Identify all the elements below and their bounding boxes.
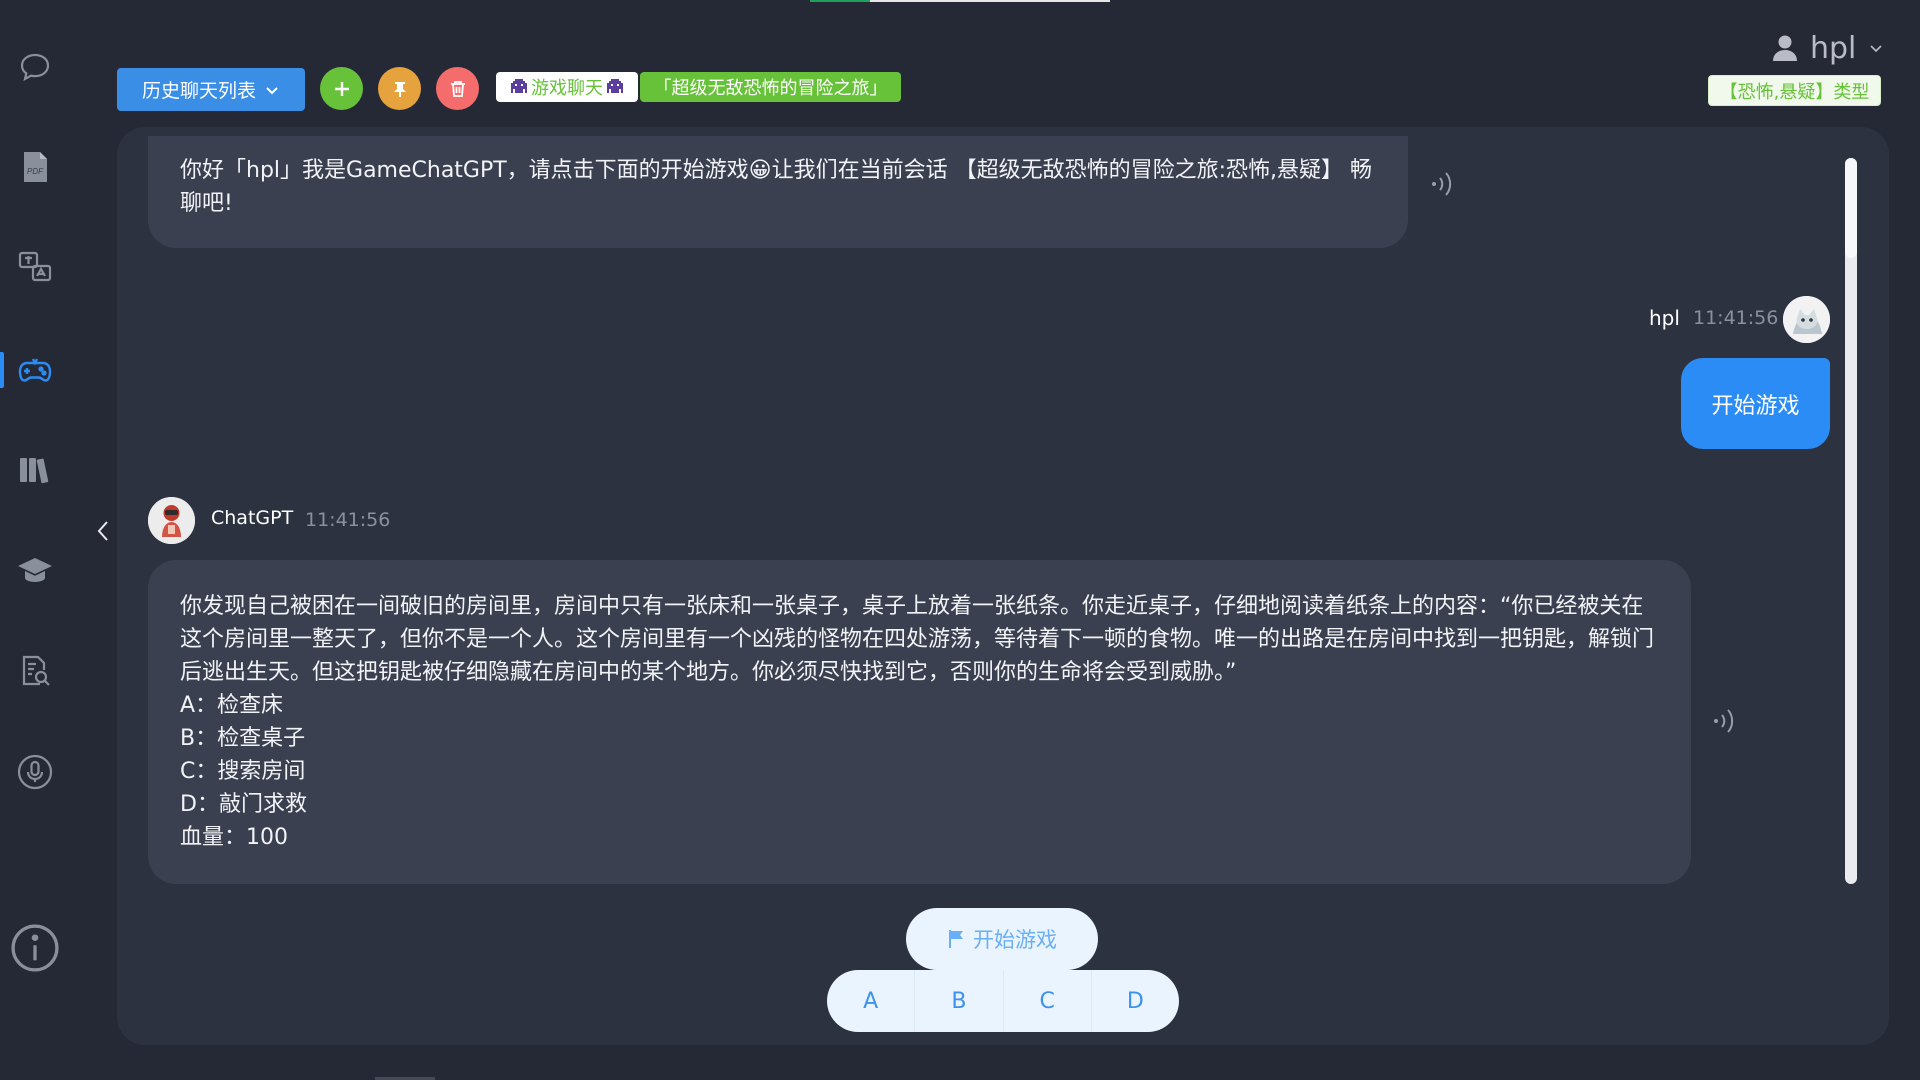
sidebar-item-chat[interactable] — [0, 37, 70, 97]
cat-avatar-icon — [1783, 296, 1830, 343]
speaker-icon[interactable] — [1428, 166, 1460, 202]
genre-type-tag: 【恐怖,悬疑】类型 — [1708, 75, 1881, 106]
sidebar: PDF — [0, 0, 70, 1080]
welcome-message: 你好「hpl」我是GameChatGPT，请点击下面的开始游戏😀让我们在当前会话… — [148, 136, 1408, 248]
delete-chat-button[interactable] — [436, 67, 479, 110]
sidebar-item-voice[interactable] — [0, 742, 70, 802]
user-icon — [1773, 35, 1797, 61]
sidebar-item-game[interactable] — [0, 340, 70, 400]
pdf-icon: PDF — [24, 152, 47, 182]
option-a-text: A：检查床 — [180, 693, 284, 718]
option-a-button[interactable]: A — [827, 970, 916, 1032]
library-icon — [20, 458, 49, 484]
chevron-left-icon — [97, 521, 108, 541]
user-message-time: 11:41:56 — [1693, 307, 1779, 329]
alien-icon — [511, 79, 527, 93]
answer-options-group: A B C D — [827, 970, 1179, 1032]
health-text: 血量：100 — [180, 825, 288, 850]
sidebar-item-document-search[interactable] — [0, 641, 70, 701]
chat-scrollbar-thumb[interactable] — [1845, 158, 1857, 258]
story-title-tag: 「超级无敌恐怖的冒险之旅」 — [640, 72, 901, 102]
story-text: 你发现自己被困在一间破旧的房间里，房间中只有一张床和一张桌子，桌子上放着一张纸条… — [180, 594, 1655, 685]
game-controller-icon — [18, 358, 52, 382]
collapse-sidebar-button[interactable] — [92, 516, 114, 546]
option-b-text: B：检查桌子 — [180, 726, 306, 751]
svg-text:PDF: PDF — [27, 167, 44, 176]
document-search-icon — [22, 655, 50, 686]
sidebar-item-translate[interactable] — [0, 237, 70, 297]
sidebar-item-library[interactable] — [0, 439, 70, 499]
game-chat-tag: 游戏聊天 — [496, 72, 638, 102]
chat-icon — [20, 53, 50, 82]
game-chat-tag-label: 游戏聊天 — [531, 78, 603, 99]
flag-icon — [949, 930, 963, 948]
history-list-dropdown[interactable]: 历史聊天列表 — [117, 68, 305, 111]
graduation-cap-icon — [18, 558, 52, 582]
chevron-down-icon — [1870, 45, 1882, 53]
option-d-button[interactable]: D — [1092, 970, 1179, 1032]
ai-message-bubble: 你发现自己被困在一间破旧的房间里，房间中只有一张床和一张桌子，桌子上放着一张纸条… — [148, 560, 1691, 884]
microphone-icon — [17, 754, 53, 790]
option-c-button[interactable]: C — [1004, 970, 1092, 1032]
user-avatar — [1783, 296, 1830, 343]
chevron-down-icon — [266, 86, 278, 94]
username: hpl — [1810, 30, 1857, 66]
sidebar-item-info[interactable] — [0, 918, 70, 978]
option-c-text: C：搜索房间 — [180, 759, 306, 784]
user-message-bubble: 开始游戏 — [1681, 358, 1830, 449]
info-icon — [11, 924, 59, 972]
translate-icon — [18, 251, 52, 282]
ai-message-name: ChatGPT — [211, 507, 294, 529]
start-game-label: 开始游戏 — [973, 928, 1057, 952]
top-progress-indicator — [810, 0, 1110, 2]
pin-icon — [393, 81, 406, 97]
alien-icon — [607, 79, 623, 93]
robot-avatar-icon — [148, 497, 195, 544]
user-message-name: hpl — [1649, 306, 1680, 330]
pin-chat-button[interactable] — [378, 67, 421, 110]
sidebar-item-learning[interactable] — [0, 540, 70, 600]
sidebar-item-pdf[interactable]: PDF — [0, 137, 70, 197]
user-menu[interactable]: hpl — [1772, 28, 1884, 68]
chat-scrollbar[interactable] — [1845, 158, 1857, 884]
chatgpt-avatar — [148, 497, 195, 544]
trash-icon — [450, 80, 465, 97]
option-b-button[interactable]: B — [915, 970, 1004, 1032]
add-chat-button[interactable] — [320, 67, 363, 110]
ai-message-time: 11:41:56 — [305, 509, 391, 531]
start-game-button[interactable]: 开始游戏 — [906, 908, 1098, 970]
history-list-label: 历史聊天列表 — [141, 80, 256, 102]
plus-icon — [334, 81, 349, 96]
option-d-text: D：敲门求救 — [180, 792, 307, 817]
speaker-icon[interactable] — [1710, 703, 1742, 739]
